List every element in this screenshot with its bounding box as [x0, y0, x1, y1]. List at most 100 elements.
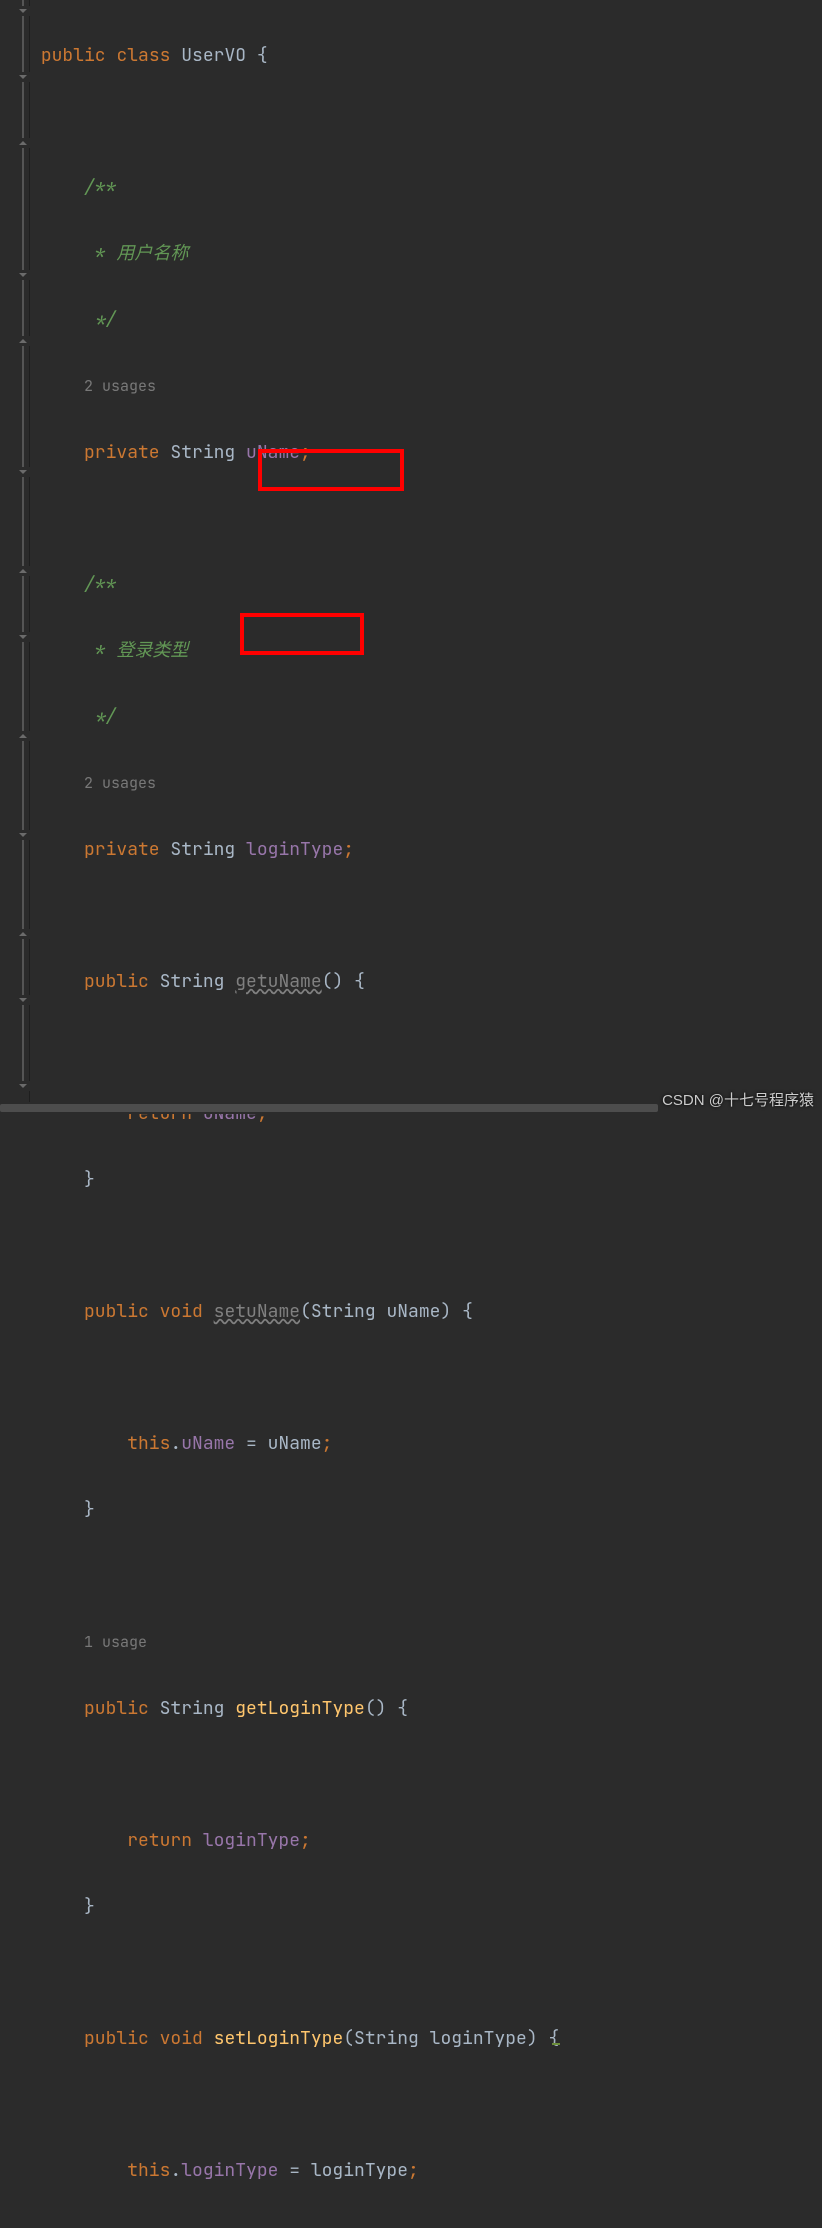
- code-line[interactable]: [30, 1361, 822, 1394]
- code-line[interactable]: * 登录类型: [30, 634, 822, 667]
- code-line[interactable]: [30, 1758, 822, 1791]
- code-line[interactable]: [30, 1559, 822, 1592]
- fold-open-icon[interactable]: [16, 830, 30, 840]
- doc-comment: /**: [84, 573, 116, 596]
- keyword-private: private: [84, 838, 160, 861]
- code-line[interactable]: [30, 1229, 822, 1262]
- field-logintype: loginType: [181, 2159, 278, 2182]
- code-line[interactable]: [30, 1956, 822, 1989]
- fold-guide-line: [22, 0, 24, 1083]
- method-setuname: setuName: [214, 1300, 300, 1323]
- code-editor[interactable]: public class UserVO { /** * 用户名称 */ 2 us…: [0, 0, 822, 1114]
- paren-open: (String: [300, 1300, 386, 1323]
- field-logintype: loginType: [246, 838, 343, 861]
- fold-close-icon[interactable]: [16, 336, 30, 346]
- code-line[interactable]: public void setLoginType(String loginTyp…: [30, 2022, 822, 2055]
- code-area[interactable]: public class UserVO { /** * 用户名称 */ 2 us…: [30, 0, 822, 1114]
- brace-open: {: [354, 970, 365, 993]
- code-line[interactable]: [30, 2088, 822, 2121]
- doc-comment: */: [84, 705, 116, 728]
- type-string: String: [170, 441, 235, 464]
- field-logintype: loginType: [203, 1829, 300, 1852]
- brace-open: {: [257, 44, 268, 67]
- keyword-private: private: [84, 441, 160, 464]
- code-line[interactable]: 2 usages: [30, 369, 822, 403]
- semicolon: ;: [343, 838, 354, 861]
- code-line[interactable]: private String uName;: [30, 436, 822, 469]
- code-line[interactable]: public String getLoginType() {: [30, 1692, 822, 1725]
- code-line[interactable]: this.uName = uName;: [30, 1427, 822, 1460]
- type-string: String: [160, 1697, 225, 1720]
- dot: .: [170, 1432, 181, 1455]
- code-line[interactable]: [30, 899, 822, 932]
- semicolon: ;: [408, 2159, 419, 2182]
- code-line[interactable]: */: [30, 700, 822, 733]
- brace-close: }: [84, 1895, 95, 1918]
- code-line[interactable]: }: [30, 1890, 822, 1923]
- keyword-this: this: [127, 1432, 170, 1455]
- doc-comment: * 登录类型: [84, 639, 188, 662]
- keyword-public: public: [41, 44, 106, 67]
- scrollbar-thumb[interactable]: [0, 1104, 658, 1112]
- keyword-public: public: [84, 1697, 149, 1720]
- type-string: String: [170, 838, 235, 861]
- method-setlogintype: setLoginType: [214, 2027, 344, 2050]
- code-line[interactable]: return loginType;: [30, 1824, 822, 1857]
- fold-open-icon[interactable]: [16, 995, 30, 1005]
- paren-close: ): [440, 1300, 451, 1323]
- code-line[interactable]: [30, 502, 822, 535]
- dot: .: [170, 2159, 181, 2182]
- usages-hint[interactable]: 2 usages: [84, 773, 156, 793]
- keyword-void: void: [160, 1300, 203, 1323]
- doc-comment: */: [84, 308, 116, 331]
- code-line[interactable]: [30, 1031, 822, 1064]
- fold-close-icon[interactable]: [16, 138, 30, 148]
- keyword-public: public: [84, 2027, 149, 2050]
- watermark-text: CSDN @十七号程序猿: [662, 1089, 814, 1110]
- code-line[interactable]: public void setuName(String uName) {: [30, 1295, 822, 1328]
- keyword-public: public: [84, 970, 149, 993]
- code-line[interactable]: */: [30, 303, 822, 336]
- semicolon: ;: [300, 441, 311, 464]
- fold-open-icon[interactable]: [16, 467, 30, 477]
- usages-hint[interactable]: 1 usage: [84, 1632, 147, 1652]
- param-uname: uName: [268, 1432, 322, 1455]
- code-line[interactable]: private String loginType;: [30, 833, 822, 866]
- semicolon: ;: [322, 1432, 333, 1455]
- code-line[interactable]: this.loginType = loginType;: [30, 2154, 822, 2187]
- brace-open: {: [548, 2027, 559, 2050]
- field-uname: uName: [246, 441, 300, 464]
- fold-open-icon[interactable]: [16, 1081, 30, 1091]
- fold-open-icon[interactable]: [16, 270, 30, 280]
- assign-op: =: [235, 1432, 267, 1455]
- fold-open-icon[interactable]: [16, 632, 30, 642]
- keyword-public: public: [84, 1300, 149, 1323]
- code-line[interactable]: public class UserVO {: [30, 39, 822, 72]
- fold-open-icon[interactable]: [16, 72, 30, 82]
- code-line[interactable]: * 用户名称: [30, 237, 822, 270]
- fold-close-icon[interactable]: [16, 929, 30, 939]
- brace-open: {: [462, 1300, 473, 1323]
- code-line[interactable]: /**: [30, 171, 822, 204]
- fold-close-icon[interactable]: [16, 566, 30, 576]
- param-uname: uName: [386, 1300, 440, 1323]
- doc-comment: /**: [84, 176, 116, 199]
- code-line[interactable]: 2 usages: [30, 766, 822, 800]
- fold-open-icon[interactable]: [16, 6, 30, 16]
- field-uname: uName: [181, 1432, 235, 1455]
- code-line[interactable]: 1 usage: [30, 1625, 822, 1659]
- fold-close-icon[interactable]: [16, 731, 30, 741]
- param-logintype: loginType: [311, 2159, 408, 2182]
- semicolon: ;: [300, 1829, 311, 1852]
- doc-comment: * 用户名称: [84, 242, 188, 265]
- usages-hint[interactable]: 2 usages: [84, 376, 156, 396]
- code-line[interactable]: /**: [30, 568, 822, 601]
- paren-open: (String: [343, 2027, 429, 2050]
- code-line[interactable]: }: [30, 1493, 822, 1526]
- assign-op: =: [278, 2159, 310, 2182]
- code-line[interactable]: }: [30, 1163, 822, 1196]
- keyword-void: void: [160, 2027, 203, 2050]
- code-line[interactable]: public String getuName() {: [30, 965, 822, 998]
- keyword-class: class: [116, 44, 170, 67]
- code-line[interactable]: [30, 105, 822, 138]
